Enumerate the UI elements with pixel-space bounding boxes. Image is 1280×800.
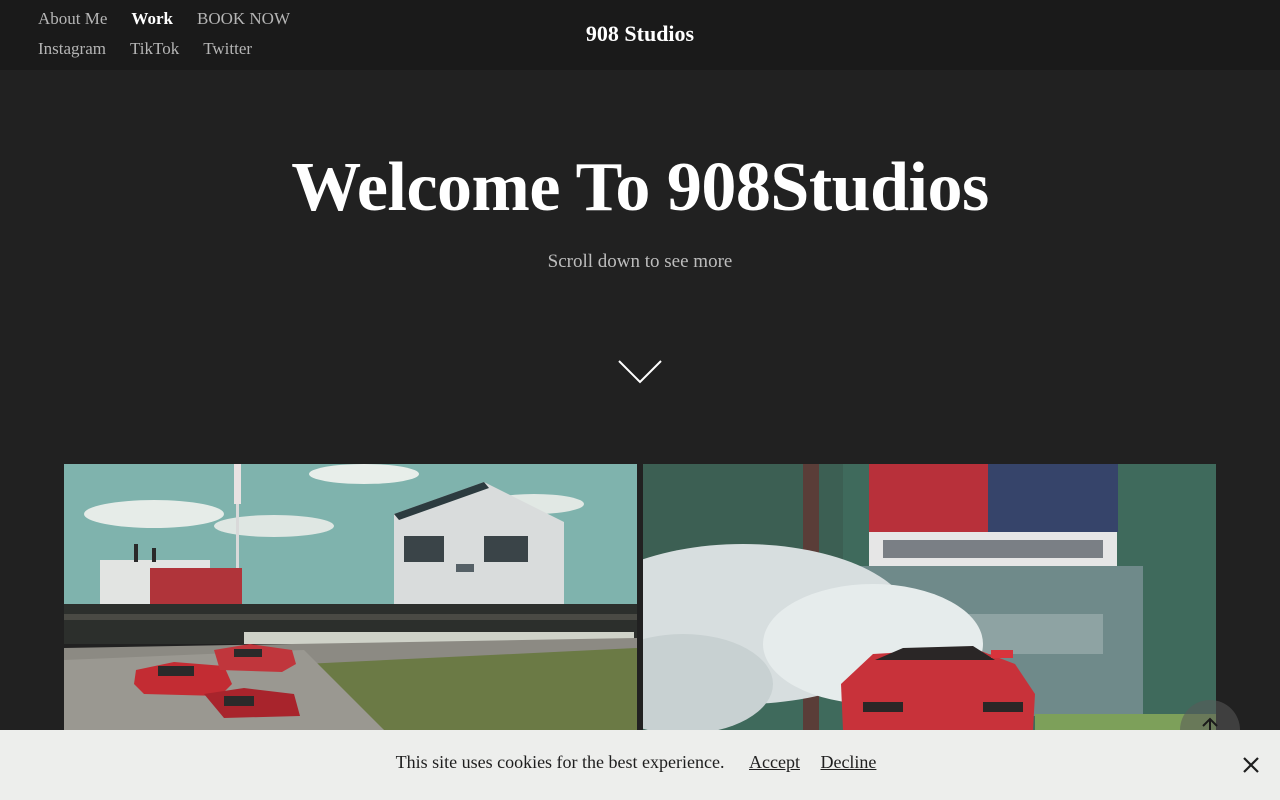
cookie-accept-link[interactable]: Accept: [749, 752, 800, 772]
site-header: About Me Work BOOK NOW Instagram TikTok …: [0, 0, 1280, 70]
gallery-image-drift-crowd[interactable]: [64, 464, 637, 730]
close-icon[interactable]: [1240, 754, 1262, 776]
site-title[interactable]: 908 Studios: [0, 21, 1280, 47]
hero-title: Welcome To 908Studios: [291, 149, 989, 226]
gallery-image-drift-smoke[interactable]: [643, 464, 1216, 730]
cookie-banner: This site uses cookies for the best expe…: [0, 730, 1280, 800]
chevron-down-icon[interactable]: [617, 358, 663, 386]
cookie-message: This site uses cookies for the best expe…: [395, 752, 725, 772]
hero-subtitle: Scroll down to see more: [547, 251, 733, 272]
cookie-decline-link[interactable]: Decline: [820, 752, 876, 772]
